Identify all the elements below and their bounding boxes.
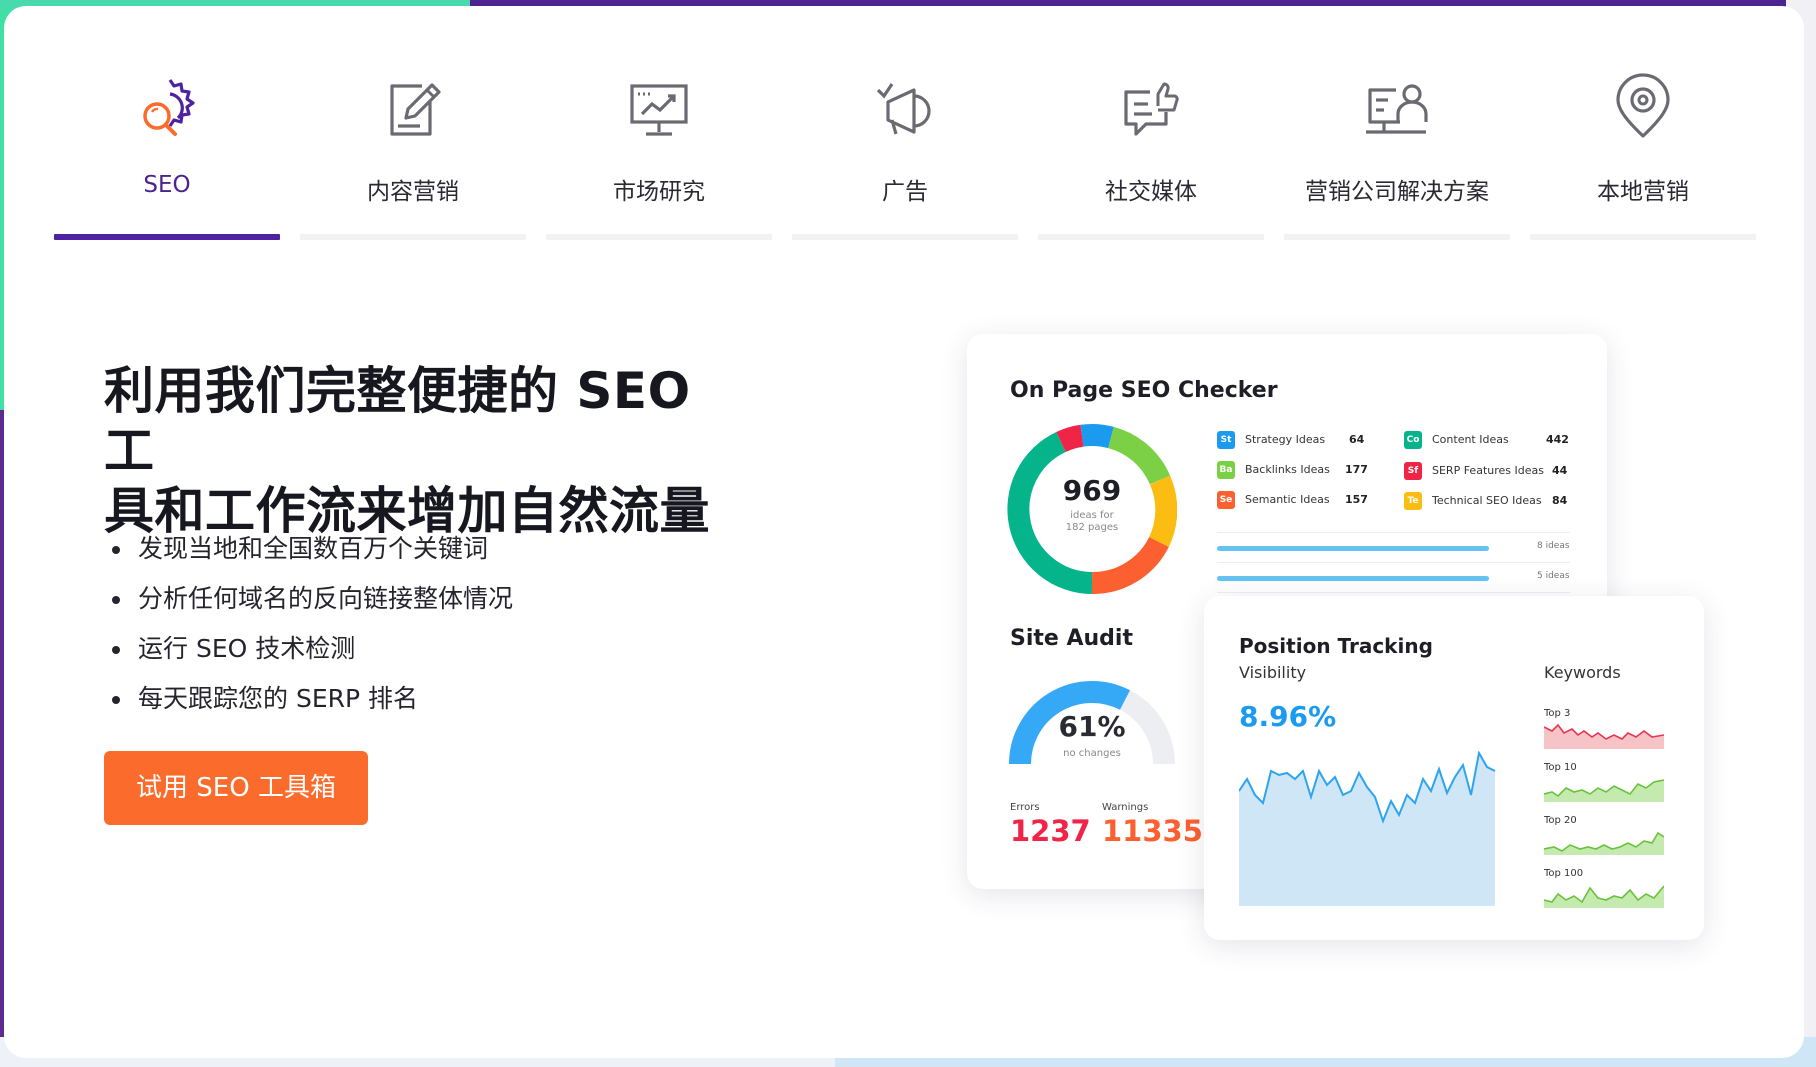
tab-indicator (792, 234, 1018, 240)
site-audit-percent: 61% (1058, 710, 1126, 743)
ideas-subtext: ideas for (1070, 510, 1114, 521)
warnings-label: Warnings (1102, 802, 1149, 813)
legend-item: Te Technical SEO Ideas 84 (1404, 492, 1574, 512)
panel-title: Position Tracking (1239, 634, 1433, 658)
legend-item: Se Semantic Ideas 157 (1217, 491, 1368, 511)
ideas-progress-bar (1217, 546, 1489, 551)
tab-indicator (300, 234, 526, 240)
legend-badge: Sf (1404, 462, 1422, 480)
legend-badge: Se (1217, 491, 1235, 509)
legend-value: 44 (1552, 464, 1568, 477)
legend-value: 442 (1546, 433, 1569, 446)
tab-indicator-active (54, 234, 280, 240)
tab-label: 营销公司解决方案 (1305, 179, 1489, 205)
legend-value: 157 (1345, 493, 1368, 506)
location-pin-icon (1616, 73, 1670, 138)
top3-sparkline (1544, 723, 1664, 749)
tab-social-media[interactable]: 社交媒体 (1038, 6, 1264, 241)
list-item: 发现当地和全国数百万个关键词 (112, 524, 513, 574)
visibility-label: Visibility (1239, 663, 1307, 682)
headline-line: 利用我们完整便捷的 SEO 工 (104, 362, 691, 480)
megaphone-icon (876, 83, 931, 135)
position-tracking-panel: Position Tracking Visibility 8.96% Keywo… (1204, 596, 1704, 940)
top100-sparkline (1544, 885, 1664, 908)
donut-segment-semantic (1091, 536, 1169, 594)
divider (1217, 592, 1570, 593)
visibility-value: 8.96% (1239, 700, 1337, 733)
tab-label: 广告 (882, 179, 928, 205)
list-item: 每天跟踪您的 SERP 排名 (112, 674, 513, 724)
visibility-chart (1239, 751, 1496, 906)
try-seo-toolkit-button[interactable]: 试用 SEO 工具箱 (104, 751, 368, 825)
keyword-row-label: Top 3 (1544, 708, 1571, 719)
donut-segment-serp (1056, 424, 1084, 453)
product-card: SEO 内容营销 市场研究 广告 社交媒体 营销公司解决方案 本地营销 利用我们… (4, 6, 1804, 1058)
site-audit-subtext: no changes (1063, 748, 1121, 759)
list-item: 分析任何域名的反向链接整体情况 (112, 574, 513, 624)
panel-title: On Page SEO Checker (1010, 378, 1278, 403)
keywords-label: Keywords (1544, 663, 1621, 682)
ideas-total: 969 (1062, 474, 1122, 507)
seo-gear-search-icon (143, 79, 195, 136)
tab-label: SEO (143, 172, 191, 198)
keyword-row-label: Top 20 (1544, 815, 1577, 826)
tab-local-marketing[interactable]: 本地营销 (1530, 6, 1756, 241)
tab-content-marketing[interactable]: 内容营销 (300, 6, 526, 241)
legend-item: St Strategy Ideas 64 (1217, 431, 1367, 451)
tab-indicator (546, 234, 772, 240)
ideas-bar-label: 5 ideas (1537, 571, 1570, 581)
legend-name: Backlinks Ideas (1245, 463, 1330, 476)
divider (1217, 562, 1570, 563)
donut-segment-strategy (1080, 424, 1114, 449)
page-title: 利用我们完整便捷的 SEO 工 具和工作流来增加自然流量 (104, 361, 744, 541)
tab-label: 本地营销 (1597, 179, 1689, 205)
legend-value: 177 (1345, 463, 1368, 476)
ideas-progress-bar (1217, 576, 1489, 581)
legend-item: Ba Backlinks Ideas 177 (1217, 461, 1368, 481)
tab-indicator (1530, 234, 1756, 240)
legend-item: Sf SERP Features Ideas 44 (1404, 462, 1574, 482)
feature-list: 发现当地和全国数百万个关键词 分析任何域名的反向链接整体情况 运行 SEO 技术… (112, 524, 513, 724)
presentation-chart-icon (630, 84, 688, 136)
legend-name: Semantic Ideas (1245, 493, 1330, 506)
edit-document-icon (390, 83, 441, 136)
warnings-count: 11335 (1102, 814, 1203, 848)
legend-badge: St (1217, 431, 1235, 449)
tab-label: 市场研究 (613, 179, 705, 205)
list-item: 运行 SEO 技术检测 (112, 624, 513, 674)
keyword-row-label: Top 100 (1544, 868, 1584, 879)
legend-name: Content Ideas (1432, 433, 1509, 446)
errors-count: 1237 (1010, 814, 1091, 848)
site-audit-title: Site Audit (1010, 626, 1133, 651)
legend-badge: Ba (1217, 461, 1235, 479)
divider (1217, 532, 1570, 533)
top10-sparkline (1544, 779, 1664, 802)
top20-sparkline (1544, 831, 1664, 855)
ideas-donut-chart (1007, 424, 1177, 594)
tab-indicator (1284, 234, 1510, 240)
legend-value: 64 (1349, 433, 1365, 446)
tab-label: 内容营销 (367, 179, 459, 205)
errors-label: Errors (1010, 802, 1040, 813)
tab-ads[interactable]: 广告 (792, 6, 1018, 241)
keyword-row-label: Top 10 (1544, 762, 1577, 773)
tab-label: 社交媒体 (1105, 179, 1197, 205)
presenter-board-icon (1366, 84, 1428, 134)
tab-market-research[interactable]: 市场研究 (546, 6, 772, 241)
legend-name: SERP Features Ideas (1432, 464, 1544, 477)
legend-name: Technical SEO Ideas (1432, 494, 1542, 507)
ideas-subtext: 182 pages (1065, 522, 1119, 533)
legend-name: Strategy Ideas (1245, 433, 1326, 446)
tab-indicator (1038, 234, 1264, 240)
legend-value: 84 (1552, 494, 1568, 507)
ideas-bar-label: 8 ideas (1537, 541, 1570, 551)
tab-agency-solutions[interactable]: 营销公司解决方案 (1284, 6, 1510, 241)
chat-like-icon (1124, 82, 1179, 136)
legend-item: Co Content Ideas 442 (1404, 431, 1574, 451)
legend-badge: Co (1404, 431, 1422, 449)
tab-seo[interactable]: SEO (54, 6, 280, 241)
legend-badge: Te (1404, 492, 1422, 510)
